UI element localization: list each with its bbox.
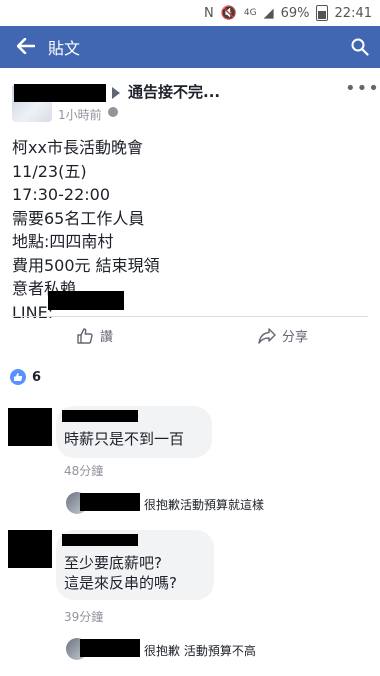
like-label: 讚 [100,330,114,345]
post-line: 需要65名工作人員 [12,208,145,228]
post-line: 17:30-22:00 [12,185,110,204]
back-arrow-icon[interactable] [4,35,48,60]
shared-to-arrow-icon [112,87,120,99]
page-title: 貼文 [48,39,81,58]
comment-text-line: 這是來反串的嗎? [64,574,177,592]
comment-text-line: 至少要底薪吧? [64,554,162,572]
post-title[interactable]: 通告接不完... [128,81,220,102]
redacted-reply-name [80,493,140,511]
share-button[interactable]: 分享 [258,326,308,345]
signal-icon: ◢ [263,5,274,21]
reaction-count: 6 [32,369,42,385]
reply-text[interactable]: 很抱歉 活動預算不高 [144,642,256,659]
battery-text: 69% [280,5,310,21]
redacted-line-id [48,291,124,310]
mute-icon: 🔇 [220,5,237,21]
globe-icon [108,107,118,117]
post-timestamp[interactable]: 1小時前 [58,106,102,123]
comment-timestamp: 48分鐘 [64,464,104,478]
comment-bubble: 至少要底薪吧? 這是來反串的嗎? [56,530,214,600]
post-card: 通告接不完... 1小時前 ••• 柯xx市長活動晚會 11/23(五) 17:… [0,68,380,359]
more-options-icon[interactable]: ••• [345,78,380,99]
status-bar: N 🔇 4G ◢ 69% 22:41 [0,0,380,26]
search-icon[interactable] [340,38,380,56]
thumbs-up-icon [77,327,93,344]
app-bar: 貼文 [0,26,380,68]
like-button[interactable]: 讚 [76,326,113,345]
divider [12,316,368,317]
post-line: 地點:四四南村 [12,232,114,251]
comment-text: 時薪只是不到一百 [64,430,185,448]
reply-text[interactable]: 很抱歉活動預算就這樣 [144,496,264,513]
post-line: 柯xx市長活動晚會 [12,138,143,157]
reactions-summary[interactable]: 6 [0,358,380,396]
post-line: 11/23(五) [12,161,87,181]
avatar[interactable] [8,408,52,446]
redacted-commenter-name [62,534,138,546]
share-arrow-icon [258,327,276,344]
comment-timestamp: 39分鐘 [64,610,104,624]
clock: 22:41 [334,5,372,21]
comments-section: 時薪只是不到一百 48分鐘 很抱歉活動預算就這樣 至少要底薪吧? 這是來反串的嗎… [0,396,380,676]
network-indicator: 4G [243,8,257,18]
avatar[interactable] [8,530,52,568]
redacted-reply-name [80,639,140,657]
post-line: 費用500元 結束現領 [12,255,160,275]
notification-icon: N [204,5,214,21]
share-label: 分享 [282,330,309,345]
redacted-commenter-name [62,410,138,422]
like-reaction-icon [10,369,26,385]
battery-icon [315,5,328,21]
comment-bubble: 時薪只是不到一百 [56,406,212,458]
redacted-author-name [14,84,106,102]
